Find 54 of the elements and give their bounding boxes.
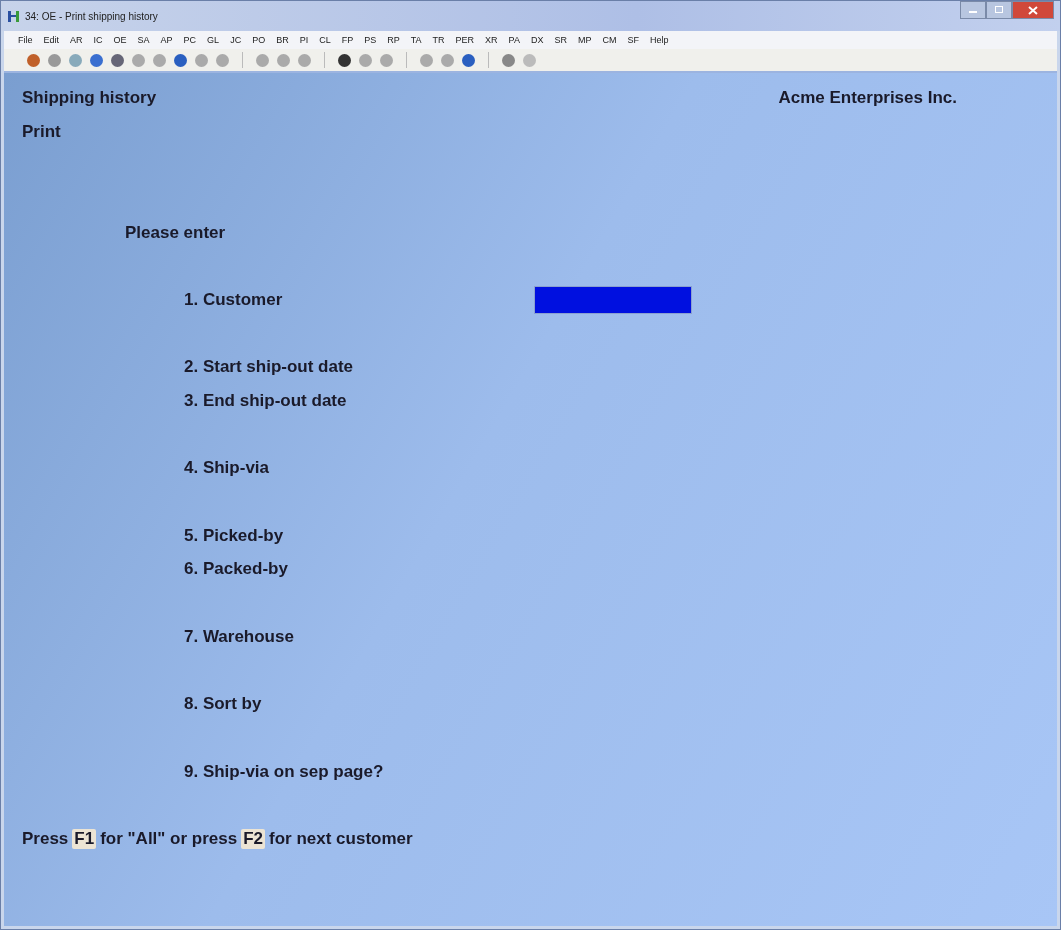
menu-item[interactable]: SR bbox=[554, 35, 567, 45]
menu-item[interactable]: PI bbox=[299, 35, 309, 45]
hint-text: Press bbox=[22, 829, 69, 849]
field-label: 2. Start ship-out date bbox=[184, 357, 355, 378]
key-label: F1 bbox=[72, 829, 97, 849]
hint-text: for next customer bbox=[269, 829, 413, 849]
menu-item[interactable]: PER bbox=[455, 35, 475, 45]
menu-item[interactable]: PC bbox=[183, 35, 197, 45]
close-button[interactable] bbox=[1012, 1, 1054, 19]
menu-item[interactable]: IC bbox=[93, 35, 103, 45]
menu-item[interactable]: PA bbox=[508, 35, 520, 45]
menu-item[interactable]: FP bbox=[341, 35, 354, 45]
menu-item[interactable]: PO bbox=[252, 35, 266, 45]
menu-item[interactable]: PS bbox=[364, 35, 377, 45]
menu-item[interactable]: OE bbox=[113, 35, 127, 45]
field-label: 1. Customer bbox=[184, 290, 284, 310]
menu-item[interactable]: CM bbox=[602, 35, 617, 45]
menu-item[interactable]: TR bbox=[432, 35, 445, 45]
field-label: 7. Warehouse bbox=[184, 626, 295, 647]
menu-item[interactable]: File bbox=[18, 35, 33, 45]
mode-label: Print bbox=[22, 121, 61, 142]
menu-item[interactable]: Help bbox=[650, 35, 669, 45]
menu-item[interactable]: TA bbox=[410, 35, 422, 45]
menu-item[interactable]: MP bbox=[578, 35, 592, 45]
menu-item[interactable]: XR bbox=[485, 35, 498, 45]
key-label: F2 bbox=[241, 829, 266, 849]
maximize-icon bbox=[994, 6, 1004, 14]
menu-item[interactable]: SA bbox=[137, 35, 150, 45]
field-label: 9. Ship-via on sep page? bbox=[184, 761, 385, 782]
menu-item[interactable]: JC bbox=[230, 35, 242, 45]
menu-item[interactable]: AR bbox=[70, 35, 83, 45]
prompt-text: Please enter bbox=[125, 222, 226, 243]
field-label: 3. End ship-out date bbox=[184, 391, 348, 412]
menu-item[interactable]: CL bbox=[319, 35, 331, 45]
field-label: 6. Packed-by bbox=[184, 559, 289, 580]
menu-item[interactable]: Edit bbox=[43, 35, 60, 45]
company-name: Acme Enterprises Inc. bbox=[778, 87, 957, 108]
screen-title: Shipping history bbox=[22, 87, 157, 108]
hint-text: for "All" or press bbox=[100, 829, 238, 849]
menu-item[interactable]: SF bbox=[627, 35, 639, 45]
window-title: 34: OE - Print shipping history bbox=[25, 10, 158, 22]
input-field[interactable] bbox=[534, 286, 692, 314]
maximize-button[interactable] bbox=[986, 1, 1012, 19]
menu-item[interactable]: BR bbox=[276, 35, 289, 45]
menu-item[interactable]: AP bbox=[160, 35, 173, 45]
menu-item[interactable]: GL bbox=[207, 35, 220, 45]
app-icon bbox=[7, 9, 21, 23]
minimize-button[interactable] bbox=[960, 1, 986, 19]
menu-item[interactable]: RP bbox=[387, 35, 400, 45]
close-icon bbox=[1028, 5, 1038, 15]
field-label: 4. Ship-via bbox=[184, 458, 271, 479]
field-label: 8. Sort by bbox=[184, 694, 263, 715]
menu-item[interactable]: DX bbox=[530, 35, 544, 45]
field-label: 5. Picked-by bbox=[184, 525, 285, 546]
